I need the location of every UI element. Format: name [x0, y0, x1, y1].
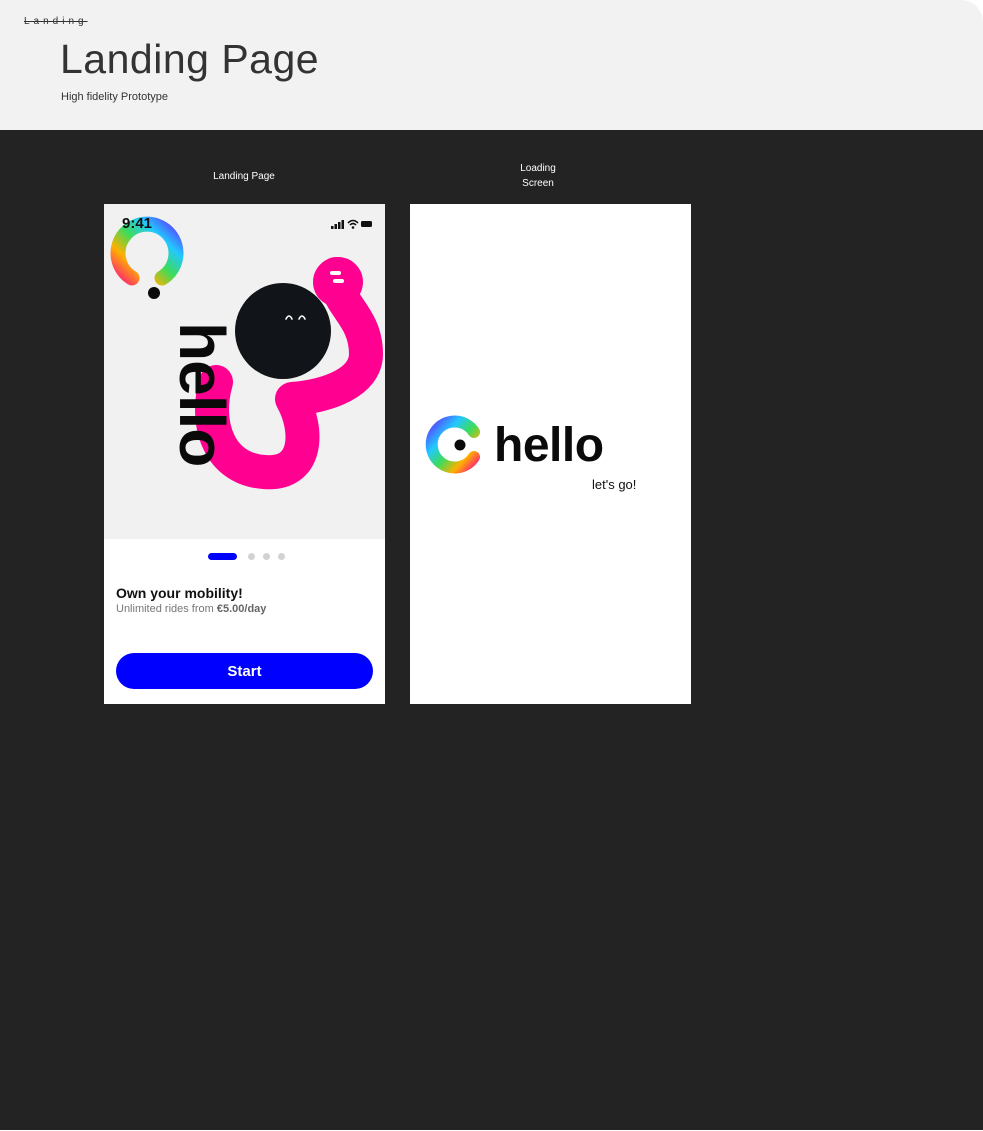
- pricing-amount: €5.00/day: [216, 603, 267, 615]
- svg-text:hello: hello: [166, 322, 238, 466]
- document-header: Landing Landing Page High fidelity Proto…: [0, 0, 983, 130]
- frame-label-loading-line2: Screen: [522, 178, 554, 189]
- section-tag: Landing: [24, 16, 88, 27]
- pager-dot[interactable]: [248, 553, 255, 560]
- frame-label-loading-line1: Loading: [520, 163, 556, 174]
- pager-dot-active[interactable]: [208, 553, 237, 560]
- page-subtitle: High fidelity Prototype: [61, 91, 168, 103]
- pricing-line: Unlimited rides from €5.00/day: [116, 603, 266, 615]
- pager-dot[interactable]: [263, 553, 270, 560]
- hero-illustration: 9:41 hello: [104, 204, 385, 539]
- frame-label-loading[interactable]: Loading Screen: [508, 161, 568, 191]
- frame-label-landing[interactable]: Landing Page: [194, 169, 294, 184]
- headline: Own your mobility!: [116, 585, 243, 601]
- hello-logo-icon: [425, 415, 480, 474]
- landing-page-frame[interactable]: 9:41 hello Own your mobility! Unlimited …: [104, 204, 385, 704]
- loading-screen-frame[interactable]: hello let's go!: [410, 204, 691, 704]
- splash-wordmark: hello: [494, 419, 604, 472]
- pricing-prefix: Unlimited rides from: [116, 603, 217, 615]
- splash-tagline: let's go!: [592, 477, 637, 492]
- start-button[interactable]: Start: [116, 653, 373, 689]
- pager-dot[interactable]: [278, 553, 285, 560]
- page-title: Landing Page: [60, 36, 320, 82]
- hero-brand-wordmark: hello: [166, 322, 238, 466]
